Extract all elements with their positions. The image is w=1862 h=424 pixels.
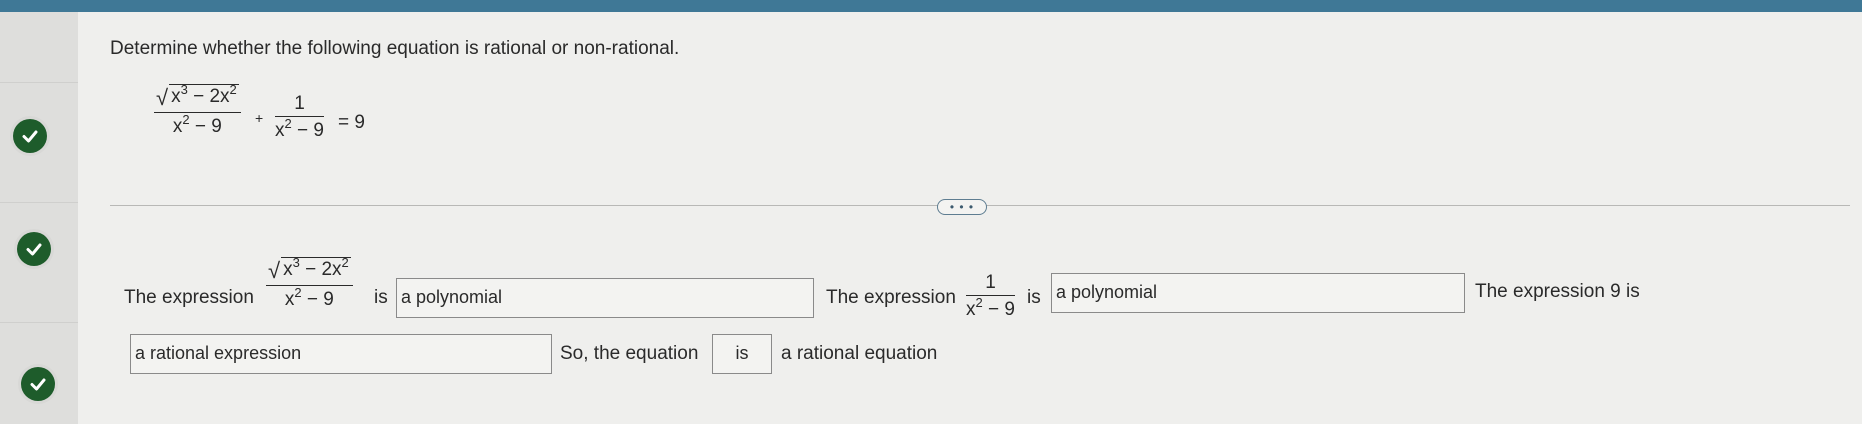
expand-button[interactable]: • • • (937, 199, 987, 215)
answer-is-2: is (1027, 287, 1041, 308)
status-segment (0, 12, 78, 83)
check-icon[interactable] (13, 119, 47, 153)
expr1-denominator: x2 − 9 (284, 285, 334, 310)
question-status-column (0, 12, 78, 424)
answer-lead-1: The expression (124, 287, 254, 308)
equation-term2: 1 x2 − 9 (275, 92, 324, 143)
answer-dropdown-3[interactable]: a rational expression (130, 334, 552, 374)
equation-term1: √ x3 − 2x2 x2 − 9 (154, 82, 241, 139)
expr2-denominator: x2 − 9 (966, 295, 1015, 320)
check-icon[interactable] (17, 232, 51, 266)
expr2-numerator: 1 (985, 272, 996, 293)
answer-dropdown-4[interactable]: is (712, 334, 772, 374)
question-prompt: Determine whether the following equation… (110, 38, 680, 59)
answer-so-text: So, the equation (560, 343, 699, 364)
equation-rhs: = 9 (338, 112, 365, 133)
term1-radicand: x3 − 2x2 (169, 82, 239, 107)
top-bar (0, 0, 1862, 12)
expr1-radicand: x3 − 2x2 (281, 255, 351, 280)
term1-denominator: x2 − 9 (172, 112, 222, 137)
plus-sign: + (255, 110, 264, 126)
answer-dropdown-1[interactable]: a polynomial (396, 278, 814, 318)
answer-tail: a rational equation (781, 343, 938, 364)
answer-lead-2: The expression (826, 287, 956, 308)
check-icon[interactable] (21, 367, 55, 401)
term2-numerator: 1 (294, 93, 305, 114)
answer-is-1: is (374, 287, 388, 308)
answer-lead-3: The expression 9 is (1475, 281, 1640, 302)
answer-dropdown-2[interactable]: a polynomial (1051, 273, 1465, 313)
term2-denominator: x2 − 9 (275, 116, 324, 141)
answer-expression-1: √ x3 − 2x2 x2 − 9 (266, 255, 353, 312)
answer-expression-2: 1 x2 − 9 (966, 271, 1015, 322)
